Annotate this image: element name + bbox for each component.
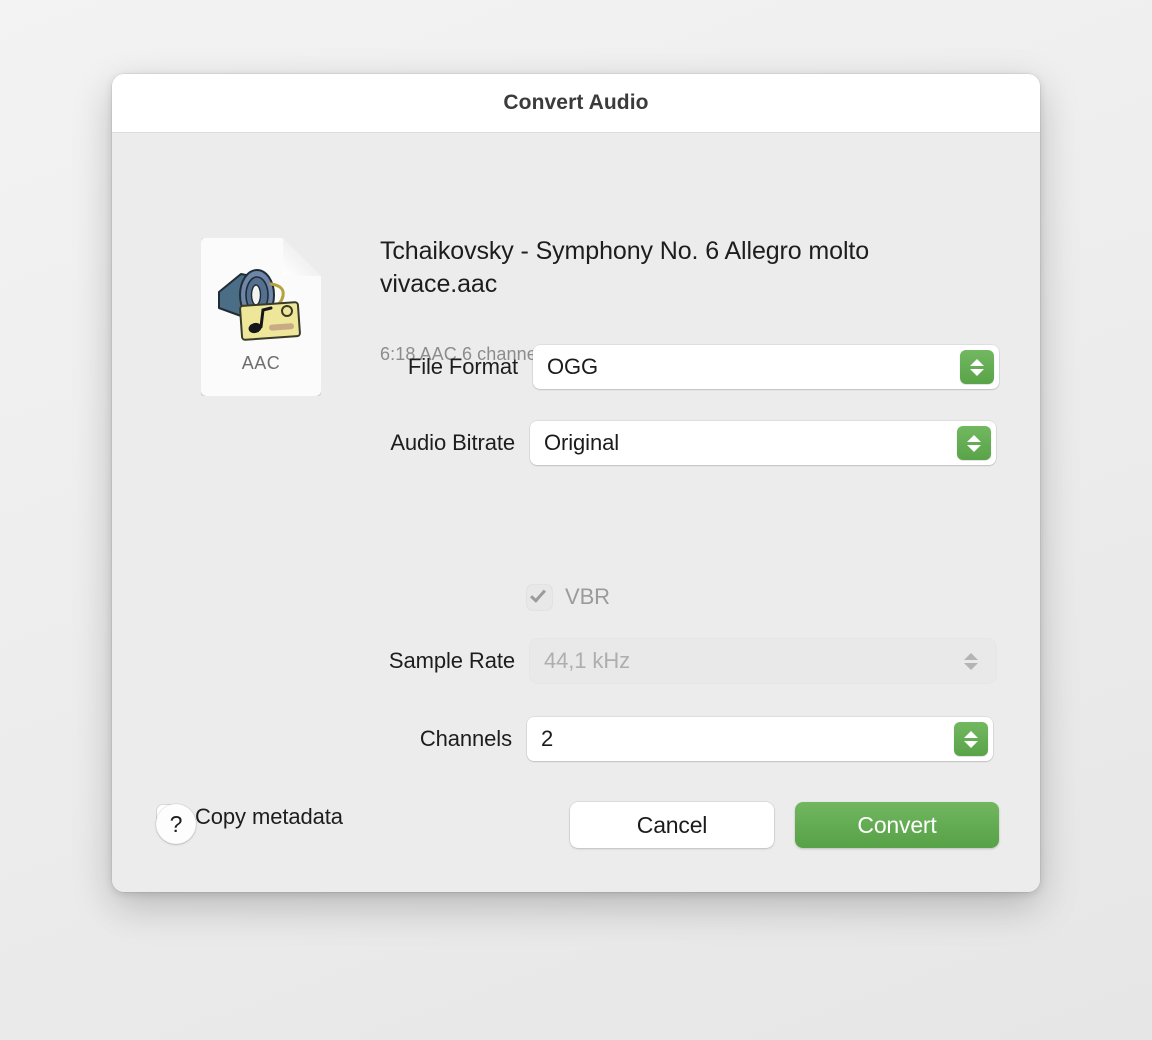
chevron-up-icon — [964, 730, 978, 738]
chevron-down-icon — [964, 662, 978, 670]
audio-bitrate-stepper-icon[interactable] — [957, 426, 991, 460]
chevron-up-icon — [970, 358, 984, 366]
dialog-titlebar: Convert Audio — [112, 74, 1040, 133]
channels-value: 2 — [541, 726, 554, 751]
question-mark-icon: ? — [169, 810, 183, 837]
convert-button-label: Convert — [857, 811, 937, 838]
help-button[interactable]: ? — [156, 804, 196, 844]
audio-bitrate-label: Audio Bitrate — [390, 430, 515, 455]
file-name: Tchaikovsky - Symphony No. 6 Allegro mol… — [380, 237, 870, 299]
convert-audio-dialog: Convert Audio AAC Tchaikovsky - Symphony… — [112, 74, 1040, 892]
channels-label: Channels — [419, 726, 512, 751]
file-format-value: OGG — [547, 354, 599, 379]
vbr-label: VBR — [565, 584, 610, 609]
checkmark-icon — [530, 585, 546, 603]
row-file-format: File Format OGG — [127, 345, 999, 389]
cancel-button-label: Cancel — [636, 811, 708, 838]
chevron-up-icon — [967, 434, 981, 442]
channels-stepper-icon[interactable] — [954, 722, 988, 756]
speaker-music-tag-icon — [218, 269, 301, 341]
row-audio-bitrate: Audio Bitrate Original — [124, 421, 996, 465]
chevron-up-icon — [964, 652, 978, 660]
audio-bitrate-value: Original — [544, 430, 620, 455]
audio-bitrate-select[interactable]: Original — [530, 421, 996, 465]
file-format-label: File Format — [407, 354, 518, 379]
channels-select[interactable]: 2 — [527, 717, 993, 761]
sample-rate-select[interactable]: 44,1 kHz — [530, 639, 996, 683]
sample-rate-value: 44,1 kHz — [544, 648, 631, 673]
convert-button[interactable]: Convert — [795, 802, 999, 848]
chevron-down-icon — [970, 368, 984, 376]
file-info: Tchaikovsky - Symphony No. 6 Allegro mol… — [380, 133, 900, 365]
sample-rate-stepper-icon[interactable] — [954, 644, 988, 678]
dialog-title: Convert Audio — [503, 91, 649, 114]
chevron-down-icon — [967, 444, 981, 452]
file-format-stepper-icon[interactable] — [960, 350, 994, 384]
dialog-body: AAC Tchaikovsky - Symphony No. 6 Allegro… — [112, 133, 1040, 892]
row-channels: Channels 2 — [121, 717, 993, 761]
vbr-checkbox-row[interactable]: VBR — [527, 584, 610, 610]
file-header: AAC Tchaikovsky - Symphony No. 6 Allegro… — [112, 133, 1040, 396]
sample-rate-label: Sample Rate — [388, 648, 515, 673]
cancel-button[interactable]: Cancel — [570, 802, 774, 848]
row-sample-rate: Sample Rate 44,1 kHz — [124, 639, 996, 683]
file-format-select[interactable]: OGG — [533, 345, 999, 389]
chevron-down-icon — [964, 740, 978, 748]
copy-metadata-label: Copy metadata — [195, 804, 343, 829]
vbr-checkbox[interactable] — [527, 584, 552, 610]
